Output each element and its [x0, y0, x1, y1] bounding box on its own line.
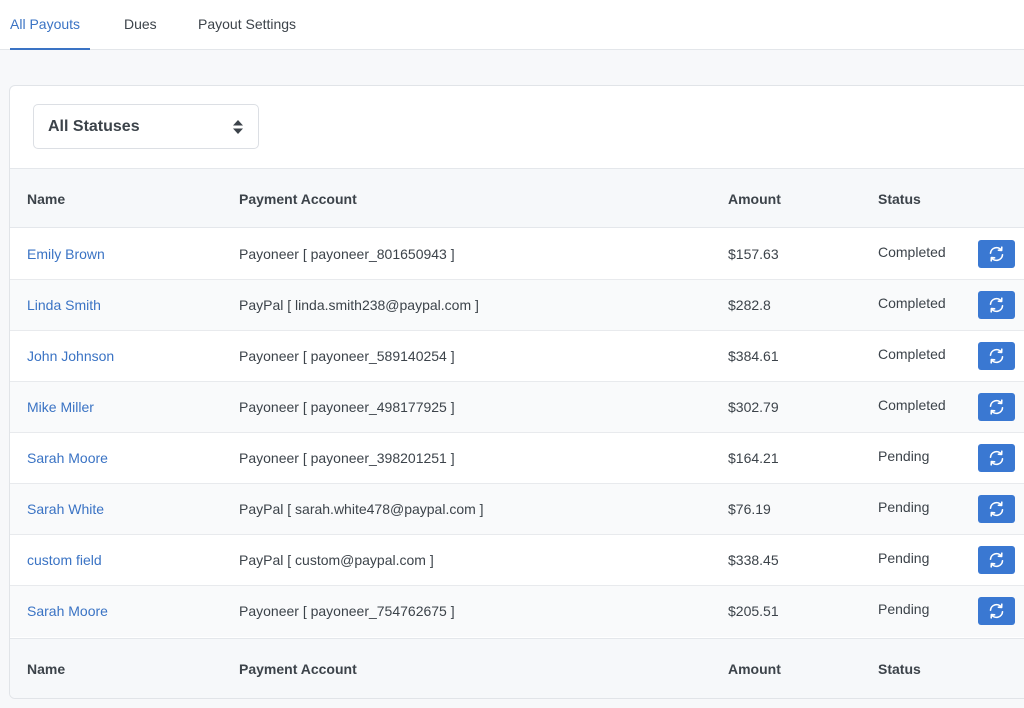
tab-all-payouts[interactable]: All Payouts [10, 0, 90, 50]
tab-dues[interactable]: Dues [124, 0, 157, 50]
refresh-icon [989, 603, 1004, 619]
footer-status: Status [878, 661, 921, 677]
status-text: Pending [878, 601, 930, 617]
status-text: Pending [878, 448, 930, 464]
status-filter-value: All Statuses [48, 118, 140, 135]
payment-account: Payoneer [ payoneer_498177925 ] [239, 399, 455, 415]
refresh-icon [989, 552, 1004, 568]
amount: $164.21 [728, 450, 779, 466]
status-text: Completed [878, 397, 946, 413]
payment-account: Payoneer [ payoneer_754762675 ] [239, 603, 455, 619]
status-text: Completed [878, 244, 946, 260]
payee-name-link[interactable]: Linda Smith [27, 280, 101, 331]
status-text: Completed [878, 295, 946, 311]
payouts-panel: All Statuses Name Payment Account Amount… [9, 85, 1024, 699]
refresh-icon [989, 246, 1004, 262]
payee-name-link[interactable]: Emily Brown [27, 229, 105, 280]
refresh-button[interactable] [978, 495, 1015, 523]
refresh-button[interactable] [978, 597, 1015, 625]
refresh-button[interactable] [978, 342, 1015, 370]
table-row: Sarah Moore Payoneer [ payoneer_39820125… [10, 433, 1024, 484]
payment-account: Payoneer [ payoneer_801650943 ] [239, 246, 455, 262]
amount: $384.61 [728, 348, 779, 364]
amount: $302.79 [728, 399, 779, 415]
refresh-icon [989, 501, 1004, 517]
payment-account: PayPal [ custom@paypal.com ] [239, 552, 434, 568]
table-row: Sarah White PayPal [ sarah.white478@payp… [10, 484, 1024, 535]
refresh-icon [989, 450, 1004, 466]
refresh-button[interactable] [978, 546, 1015, 574]
footer-amount: Amount [728, 661, 781, 677]
refresh-icon [989, 297, 1004, 313]
table-row: Linda Smith PayPal [ linda.smith238@payp… [10, 280, 1024, 331]
table-footer: Name Payment Account Amount Status [10, 638, 1024, 698]
refresh-button[interactable] [978, 240, 1015, 268]
header-name: Name [27, 191, 66, 207]
payee-name-link[interactable]: Sarah Moore [27, 433, 108, 484]
refresh-icon [989, 348, 1004, 364]
tab-payout-settings[interactable]: Payout Settings [198, 0, 296, 50]
header-status: Status [878, 191, 921, 207]
payee-name-link[interactable]: John Johnson [27, 331, 114, 382]
payment-account: Payoneer [ payoneer_589140254 ] [239, 348, 455, 364]
payee-name-link[interactable]: custom field [27, 535, 102, 586]
refresh-icon [989, 399, 1004, 415]
payment-account: Payoneer [ payoneer_398201251 ] [239, 450, 455, 466]
tabs-bar: All Payouts Dues Payout Settings [0, 0, 1024, 50]
refresh-button[interactable] [978, 393, 1015, 421]
status-text: Pending [878, 499, 930, 515]
payment-account: PayPal [ linda.smith238@paypal.com ] [239, 297, 479, 313]
payee-name-link[interactable]: Sarah Moore [27, 586, 108, 637]
table-row: John Johnson Payoneer [ payoneer_5891402… [10, 331, 1024, 382]
table-row: Sarah Moore Payoneer [ payoneer_75476267… [10, 586, 1024, 637]
payee-name-link[interactable]: Sarah White [27, 484, 104, 535]
table-header: Name Payment Account Amount Status [10, 168, 1024, 228]
table-row: Mike Miller Payoneer [ payoneer_49817792… [10, 382, 1024, 433]
table-row: Emily Brown Payoneer [ payoneer_80165094… [10, 229, 1024, 280]
amount: $338.45 [728, 552, 779, 568]
header-amount: Amount [728, 191, 781, 207]
refresh-button[interactable] [978, 444, 1015, 472]
status-text: Completed [878, 346, 946, 362]
amount: $205.51 [728, 603, 779, 619]
footer-name: Name [27, 661, 66, 677]
amount: $157.63 [728, 246, 779, 262]
sort-icon [233, 120, 243, 134]
table-row: custom field PayPal [ custom@paypal.com … [10, 535, 1024, 586]
payee-name-link[interactable]: Mike Miller [27, 382, 94, 433]
refresh-button[interactable] [978, 291, 1015, 319]
payment-account: PayPal [ sarah.white478@paypal.com ] [239, 501, 484, 517]
status-text: Pending [878, 550, 930, 566]
status-filter-select[interactable]: All Statuses [33, 104, 259, 149]
amount: $282.8 [728, 297, 771, 313]
amount: $76.19 [728, 501, 771, 517]
footer-payment-account: Payment Account [239, 661, 357, 677]
header-payment-account: Payment Account [239, 191, 357, 207]
